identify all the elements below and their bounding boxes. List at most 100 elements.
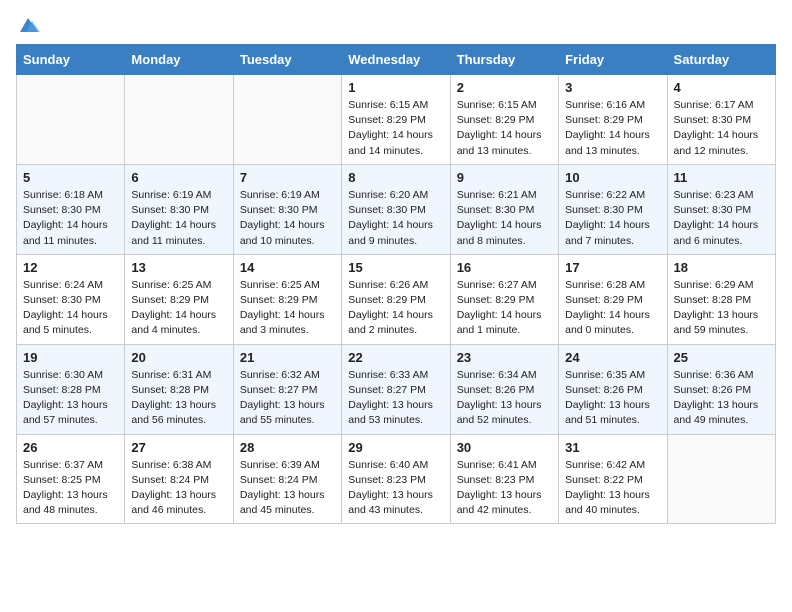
day-info: Sunrise: 6:39 AMSunset: 8:24 PMDaylight:… [240,458,335,519]
weekday-header-wednesday: Wednesday [342,45,450,75]
day-number: 8 [348,170,443,185]
day-number: 14 [240,260,335,275]
day-info: Sunrise: 6:26 AMSunset: 8:29 PMDaylight:… [348,278,443,339]
day-info: Sunrise: 6:29 AMSunset: 8:28 PMDaylight:… [674,278,769,339]
calendar-cell: 5 Sunrise: 6:18 AMSunset: 8:30 PMDaylight… [17,164,125,254]
calendar-cell: 14Sunrise: 6:25 AMSunset: 8:29 PMDayligh… [233,254,341,344]
calendar-cell: 17 Sunrise: 6:28 AMSunset: 8:29 PMDayligh… [559,254,667,344]
day-number: 1 [348,80,443,95]
calendar-cell: 18 Sunrise: 6:29 AMSunset: 8:28 PMDayligh… [667,254,775,344]
calendar-week-row: 5 Sunrise: 6:18 AMSunset: 8:30 PMDaylight… [17,164,776,254]
day-number: 23 [457,350,552,365]
day-number: 5 [23,170,118,185]
day-info: Sunrise: 6:24 AMSunset: 8:30 PMDaylight:… [23,278,118,339]
day-number: 29 [348,440,443,455]
day-number: 20 [131,350,226,365]
day-info: Sunrise: 6:21 AMSunset: 8:30 PMDaylight:… [457,188,552,249]
weekday-header-saturday: Saturday [667,45,775,75]
day-info: Sunrise: 6:17 AMSunset: 8:30 PMDaylight:… [674,98,769,159]
calendar-cell [125,75,233,165]
calendar-cell: 21 Sunrise: 6:32 AMSunset: 8:27 PMDayligh… [233,344,341,434]
day-number: 2 [457,80,552,95]
day-info: Sunrise: 6:18 AMSunset: 8:30 PMDaylight:… [23,188,118,249]
day-info: Sunrise: 6:16 AMSunset: 8:29 PMDaylight:… [565,98,660,159]
day-number: 4 [674,80,769,95]
calendar-cell: 2 Sunrise: 6:15 AMSunset: 8:29 PMDaylight… [450,75,558,165]
calendar-cell: 25 Sunrise: 6:36 AMSunset: 8:26 PMDayligh… [667,344,775,434]
day-number: 12 [23,260,118,275]
calendar-cell: 9 Sunrise: 6:21 AMSunset: 8:30 PMDaylight… [450,164,558,254]
calendar-cell: 31Sunrise: 6:42 AMSunset: 8:22 PMDayligh… [559,434,667,524]
day-info: Sunrise: 6:38 AMSunset: 8:24 PMDaylight:… [131,458,226,519]
calendar-cell: 23 Sunrise: 6:34 AMSunset: 8:26 PMDayligh… [450,344,558,434]
calendar-cell: 26 Sunrise: 6:37 AMSunset: 8:25 PMDayligh… [17,434,125,524]
day-info: Sunrise: 6:27 AMSunset: 8:29 PMDaylight:… [457,278,552,339]
day-info: Sunrise: 6:37 AMSunset: 8:25 PMDaylight:… [23,458,118,519]
day-number: 21 [240,350,335,365]
day-number: 24 [565,350,660,365]
calendar-cell: 27 Sunrise: 6:38 AMSunset: 8:24 PMDayligh… [125,434,233,524]
day-number: 28 [240,440,335,455]
calendar-cell: 16 Sunrise: 6:27 AMSunset: 8:29 PMDayligh… [450,254,558,344]
calendar-cell: 8 Sunrise: 6:20 AMSunset: 8:30 PMDaylight… [342,164,450,254]
day-number: 30 [457,440,552,455]
weekday-header-sunday: Sunday [17,45,125,75]
day-number: 26 [23,440,118,455]
day-info: Sunrise: 6:33 AMSunset: 8:27 PMDaylight:… [348,368,443,429]
day-info: Sunrise: 6:42 AMSunset: 8:22 PMDaylight:… [565,458,660,519]
day-info: Sunrise: 6:15 AMSunset: 8:29 PMDaylight:… [348,98,443,159]
day-number: 10 [565,170,660,185]
day-info: Sunrise: 6:32 AMSunset: 8:27 PMDaylight:… [240,368,335,429]
day-number: 16 [457,260,552,275]
day-info: Sunrise: 6:28 AMSunset: 8:29 PMDaylight:… [565,278,660,339]
calendar-table: SundayMondayTuesdayWednesdayThursdayFrid… [16,44,776,524]
day-number: 25 [674,350,769,365]
day-info: Sunrise: 6:34 AMSunset: 8:26 PMDaylight:… [457,368,552,429]
day-number: 19 [23,350,118,365]
day-number: 27 [131,440,226,455]
calendar-cell: 1 Sunrise: 6:15 AMSunset: 8:29 PMDaylight… [342,75,450,165]
calendar-cell: 11 Sunrise: 6:23 AMSunset: 8:30 PMDayligh… [667,164,775,254]
calendar-cell [17,75,125,165]
day-info: Sunrise: 6:40 AMSunset: 8:23 PMDaylight:… [348,458,443,519]
day-number: 18 [674,260,769,275]
day-number: 11 [674,170,769,185]
day-info: Sunrise: 6:30 AMSunset: 8:28 PMDaylight:… [23,368,118,429]
day-number: 7 [240,170,335,185]
calendar-cell: 4 Sunrise: 6:17 AMSunset: 8:30 PMDaylight… [667,75,775,165]
calendar-cell: 13Sunrise: 6:25 AMSunset: 8:29 PMDayligh… [125,254,233,344]
day-number: 17 [565,260,660,275]
calendar-week-row: 12 Sunrise: 6:24 AMSunset: 8:30 PMDayligh… [17,254,776,344]
day-info: Sunrise: 6:36 AMSunset: 8:26 PMDaylight:… [674,368,769,429]
calendar-week-row: 19 Sunrise: 6:30 AMSunset: 8:28 PMDayligh… [17,344,776,434]
weekday-header-thursday: Thursday [450,45,558,75]
day-info: Sunrise: 6:15 AMSunset: 8:29 PMDaylight:… [457,98,552,159]
day-number: 6 [131,170,226,185]
logo-icon [18,16,40,34]
calendar-cell: 3 Sunrise: 6:16 AMSunset: 8:29 PMDaylight… [559,75,667,165]
day-info: Sunrise: 6:23 AMSunset: 8:30 PMDaylight:… [674,188,769,249]
calendar-cell: 29 Sunrise: 6:40 AMSunset: 8:23 PMDayligh… [342,434,450,524]
calendar-cell: 7 Sunrise: 6:19 AMSunset: 8:30 PMDaylight… [233,164,341,254]
day-info: Sunrise: 6:22 AMSunset: 8:30 PMDaylight:… [565,188,660,249]
calendar-week-row: 1 Sunrise: 6:15 AMSunset: 8:29 PMDaylight… [17,75,776,165]
day-number: 9 [457,170,552,185]
weekday-header-row: SundayMondayTuesdayWednesdayThursdayFrid… [17,45,776,75]
logo [16,16,42,34]
day-number: 13 [131,260,226,275]
weekday-header-tuesday: Tuesday [233,45,341,75]
day-info: Sunrise: 6:19 AMSunset: 8:30 PMDaylight:… [240,188,335,249]
day-info: Sunrise: 6:35 AMSunset: 8:26 PMDaylight:… [565,368,660,429]
calendar-cell: 12 Sunrise: 6:24 AMSunset: 8:30 PMDayligh… [17,254,125,344]
calendar-cell: 30Sunrise: 6:41 AMSunset: 8:23 PMDayligh… [450,434,558,524]
day-info: Sunrise: 6:20 AMSunset: 8:30 PMDaylight:… [348,188,443,249]
page-header [16,16,776,34]
day-number: 3 [565,80,660,95]
day-number: 22 [348,350,443,365]
calendar-cell: 24 Sunrise: 6:35 AMSunset: 8:26 PMDayligh… [559,344,667,434]
weekday-header-friday: Friday [559,45,667,75]
calendar-cell: 15 Sunrise: 6:26 AMSunset: 8:29 PMDayligh… [342,254,450,344]
weekday-header-monday: Monday [125,45,233,75]
calendar-cell [233,75,341,165]
day-number: 15 [348,260,443,275]
